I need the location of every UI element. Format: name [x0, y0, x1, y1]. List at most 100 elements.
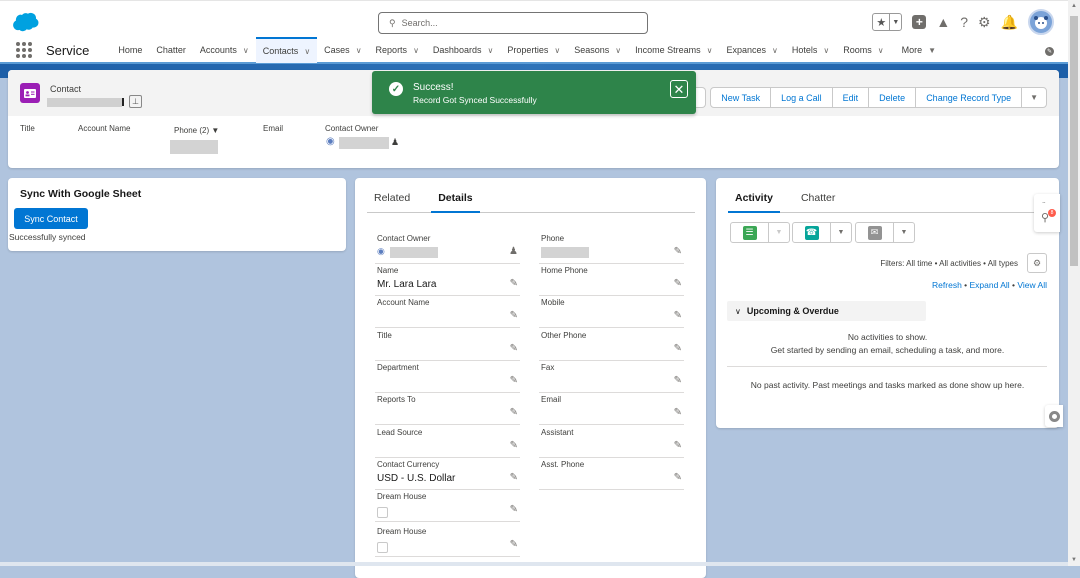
scroll-down-arrow-icon[interactable]: ▼	[1071, 557, 1077, 563]
app-navigation-bar: Service Home Chatter Accounts ∨ Contacts ∨ Cas…	[0, 37, 1068, 64]
edit-pencil-icon[interactable]: ✎	[674, 440, 682, 451]
new-task-button[interactable]: New Task	[711, 88, 772, 107]
upcoming-overdue-label: Upcoming & Overdue	[746, 306, 839, 316]
notifications-bell-icon[interactable]: 🔔	[1001, 15, 1018, 29]
edit-pencil-icon[interactable]: ✎	[510, 310, 518, 321]
nav-item-chatter[interactable]: Chatter	[149, 37, 193, 63]
dream-house-checkbox[interactable]	[377, 542, 388, 553]
edit-pencil-icon[interactable]: ✎	[510, 278, 518, 289]
chevron-down-icon[interactable]: ∨	[554, 46, 560, 55]
favorites-dropdown-icon[interactable]: ▼	[889, 14, 901, 30]
log-call-publisher-button[interactable]: ☎	[793, 223, 831, 242]
edit-pencil-icon[interactable]: ✎	[674, 278, 682, 289]
email-dropdown-icon[interactable]: ▼	[894, 223, 914, 242]
upcoming-overdue-section[interactable]: ∨ Upcoming & Overdue	[727, 301, 926, 321]
hierarchy-button[interactable]: ⊥	[129, 95, 142, 108]
nav-item-contacts[interactable]: Contacts ∨	[255, 37, 318, 63]
activity-tabs: Activity Chatter	[728, 192, 1046, 213]
scroll-thumb[interactable]	[1070, 16, 1078, 266]
nav-item-properties[interactable]: Properties ∨	[500, 37, 567, 63]
help-icon[interactable]: ?	[960, 15, 968, 29]
chevron-down-icon[interactable]: ∨	[707, 46, 713, 55]
log-a-call-button[interactable]: Log a Call	[771, 88, 833, 107]
edit-pencil-icon[interactable]: ✎	[674, 472, 682, 483]
utility-search-button[interactable]: .... ⚲ 8	[1034, 194, 1060, 232]
email-publisher-button[interactable]: ✉	[856, 223, 894, 242]
edit-pencil-icon[interactable]: ✎	[510, 472, 518, 483]
nav-item-cases[interactable]: Cases ∨	[317, 37, 368, 63]
field-label: Title	[377, 331, 392, 340]
nav-more-menu[interactable]: More ▼	[895, 37, 943, 63]
sync-contact-button[interactable]: Sync Contact	[14, 208, 88, 229]
edit-pencil-icon[interactable]: ✎	[674, 310, 682, 321]
search-placeholder: Search...	[401, 18, 438, 28]
chevron-down-icon[interactable]: ∨	[823, 46, 829, 55]
edit-pencil-icon[interactable]: ✎	[674, 407, 682, 418]
nav-item-rooms[interactable]: Rooms ∨	[836, 37, 890, 63]
edit-button[interactable]: Edit	[833, 88, 870, 107]
delete-button[interactable]: Delete	[869, 88, 917, 107]
chevron-down-icon[interactable]: ∨	[772, 46, 778, 55]
nav-item-hotels[interactable]: Hotels ∨	[785, 37, 836, 63]
tab-chatter[interactable]: Chatter	[794, 192, 842, 213]
more-actions-dropdown[interactable]: ▼	[1022, 88, 1046, 107]
change-record-type-button[interactable]: Change Record Type	[916, 88, 1023, 107]
owner-name-redacted[interactable]	[390, 247, 438, 258]
nav-item-expances[interactable]: Expances ∨	[719, 37, 784, 63]
chevron-down-icon[interactable]: ∨	[356, 46, 362, 55]
edit-pencil-icon[interactable]: ✎	[510, 407, 518, 418]
call-dropdown-icon[interactable]: ▼	[831, 223, 851, 242]
user-avatar[interactable]	[1028, 9, 1054, 35]
chevron-down-icon[interactable]: ∨	[304, 47, 310, 56]
new-task-publisher-button[interactable]: ☰	[731, 223, 769, 242]
app-launcher-icon[interactable]	[16, 42, 32, 58]
utility-dock-button[interactable]	[1045, 405, 1063, 427]
page-scrollbar[interactable]: ▲ ▼	[1068, 0, 1080, 566]
nav-item-seasons[interactable]: Seasons ∨	[567, 37, 628, 63]
new-task-publisher: ☰ ▼	[730, 222, 790, 243]
edit-nav-icon[interactable]: ✎	[1045, 47, 1054, 56]
dream-house-checkbox[interactable]	[377, 507, 388, 518]
salesforce-logo-icon[interactable]	[10, 12, 40, 32]
setup-gear-icon[interactable]: ⚙	[978, 15, 991, 29]
highlight-phone-label[interactable]: Phone (2) ▼	[174, 126, 219, 135]
nav-item-reports[interactable]: Reports ∨	[369, 37, 426, 63]
edit-pencil-icon[interactable]: ✎	[674, 375, 682, 386]
nav-item-income-streams[interactable]: Income Streams ∨	[628, 37, 719, 63]
favorites-star-icon[interactable]: ★	[873, 14, 889, 30]
tab-activity[interactable]: Activity	[728, 192, 780, 213]
global-search-input[interactable]: ⚲ Search...	[378, 12, 648, 34]
view-all-link[interactable]: View All	[1017, 280, 1047, 290]
tab-details[interactable]: Details	[431, 192, 480, 213]
field-label: Fax	[541, 363, 555, 372]
task-dropdown-icon[interactable]: ▼	[769, 223, 789, 242]
chevron-down-icon[interactable]: ∨	[413, 46, 419, 55]
expand-all-link[interactable]: Expand All	[970, 280, 1010, 290]
edit-pencil-icon[interactable]: ✎	[674, 343, 682, 354]
highlight-owner-redacted[interactable]	[339, 137, 389, 149]
scroll-up-arrow-icon[interactable]: ▲	[1071, 3, 1077, 9]
change-owner-icon[interactable]: ♟	[509, 246, 518, 257]
tab-related[interactable]: Related	[367, 192, 417, 213]
refresh-link[interactable]: Refresh	[932, 280, 962, 290]
toast-close-button[interactable]: ✕	[670, 80, 688, 98]
nav-item-accounts[interactable]: Accounts ∨	[193, 37, 256, 63]
chevron-down-icon[interactable]: ∨	[487, 46, 493, 55]
chevron-down-icon[interactable]: ∨	[615, 46, 621, 55]
edit-pencil-icon[interactable]: ✎	[510, 343, 518, 354]
nav-item-dashboards[interactable]: Dashboards ∨	[426, 37, 500, 63]
edit-pencil-icon[interactable]: ✎	[510, 440, 518, 451]
edit-pencil-icon[interactable]: ✎	[510, 539, 518, 550]
chevron-down-icon[interactable]: ∨	[243, 46, 249, 55]
filter-settings-button[interactable]: ⚙	[1027, 253, 1047, 273]
edit-pencil-icon[interactable]: ✎	[510, 504, 518, 515]
edit-pencil-icon[interactable]: ✎	[674, 246, 682, 257]
favorites-button[interactable]: ★ ▼	[872, 13, 903, 31]
chevron-down-icon[interactable]: ∨	[878, 46, 884, 55]
change-owner-icon[interactable]: ♟	[391, 137, 399, 148]
global-add-icon[interactable]: +	[912, 15, 927, 29]
nav-item-home[interactable]: Home	[111, 37, 149, 63]
field-title: Title ✎	[375, 329, 520, 361]
trailhead-icon[interactable]: ▲	[936, 15, 950, 29]
edit-pencil-icon[interactable]: ✎	[510, 375, 518, 386]
